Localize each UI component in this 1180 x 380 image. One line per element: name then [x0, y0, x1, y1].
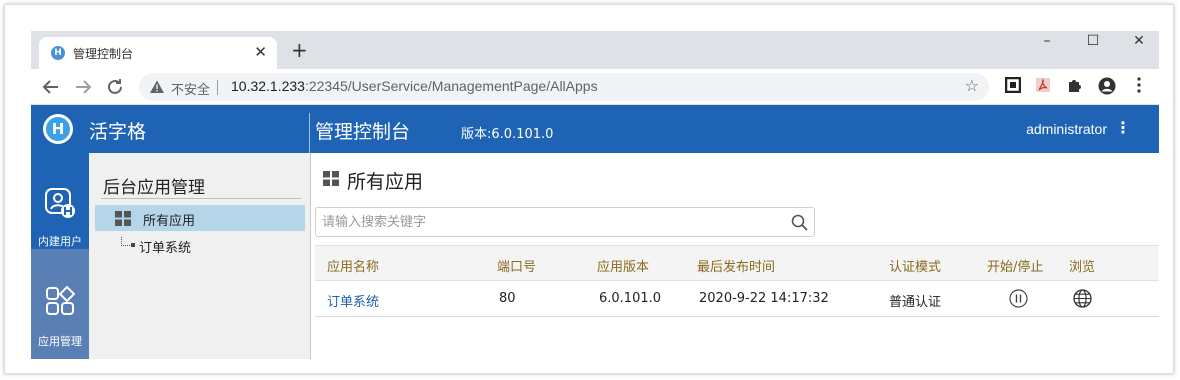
column-header-port: 端口号 — [497, 260, 537, 275]
apps-icon — [46, 285, 76, 315]
maximize-button[interactable]: ☐ — [1073, 31, 1113, 51]
menu-dots-icon[interactable] — [1129, 77, 1149, 97]
tab-close-icon[interactable]: ✕ — [254, 43, 267, 61]
user-name[interactable]: administrator — [1026, 121, 1107, 137]
account-icon[interactable] — [1097, 77, 1117, 97]
tab-favicon-icon: H — [51, 46, 65, 60]
column-header-auth: 认证模式 — [889, 260, 942, 275]
tree-panel: 后台应用管理 所有应用 订单系统 — [89, 153, 311, 359]
app-name-link[interactable]: 订单系统 — [327, 291, 379, 310]
tree-heading: 后台应用管理 — [103, 178, 205, 198]
table-row: 订单系统 80 6.0.101.0 2020-9-22 14:17:32 普通认… — [315, 281, 1159, 317]
browser-tab[interactable]: H 管理控制台 ✕ — [39, 37, 277, 69]
rail-item-builtin-users[interactable]: 内建用户 — [31, 153, 89, 249]
tab-title: 管理控制台 — [73, 47, 134, 61]
url-text[interactable]: 10.32.1.233:22345/UserService/Management… — [231, 78, 598, 94]
page-header-title: 管理控制台 — [315, 121, 411, 143]
url-separator — [217, 80, 218, 95]
globe-icon[interactable] — [1073, 289, 1092, 308]
search-icon[interactable] — [791, 214, 808, 231]
browser-window: H 管理控制台 ✕ + – ☐ ✕ 不安全 10.32.1.233:22345/… — [31, 31, 1159, 359]
bookmark-star-icon[interactable]: ☆ — [965, 76, 979, 95]
auth-cell: 普通认证 — [889, 295, 942, 310]
user-icon — [45, 188, 75, 218]
search-input[interactable] — [322, 212, 772, 232]
table-header: 应用名称 端口号 应用版本 最后发布时间 认证模式 开始/停止 浏览 — [315, 245, 1159, 281]
tree-item-label: 所有应用 — [143, 214, 196, 229]
new-tab-button[interactable]: + — [291, 40, 308, 60]
user-menu-icon[interactable]: ⋮ — [1115, 119, 1131, 137]
version-cell: 6.0.101.0 — [599, 291, 662, 306]
url-host: 10.32.1.233 — [231, 78, 305, 94]
pause-icon[interactable] — [1009, 289, 1028, 308]
tree-item-all-apps[interactable]: 所有应用 — [95, 205, 305, 231]
rail-item-app-management[interactable]: 应用管理 — [31, 263, 89, 359]
column-header-version: 应用版本 — [597, 260, 650, 275]
forward-arrow-icon[interactable] — [71, 75, 95, 99]
logo-letter: H — [46, 117, 70, 141]
omnibox[interactable]: 不安全 10.32.1.233:22345/UserService/Manage… — [139, 73, 989, 101]
tree-bullet — [131, 243, 135, 247]
tree-heading-divider — [101, 198, 301, 199]
close-window-button[interactable]: ✕ — [1119, 31, 1159, 51]
back-arrow-icon[interactable] — [39, 75, 63, 99]
search-box — [315, 207, 815, 237]
url-path: :22345/UserService/ManagementPage/AllApp… — [304, 78, 598, 94]
minimize-button[interactable]: – — [1027, 31, 1067, 51]
brand-name: 活字格 — [89, 121, 147, 143]
page-title: 所有应用 — [347, 171, 424, 193]
column-header-browse: 浏览 — [1069, 260, 1096, 275]
column-header-app-name: 应用名称 — [327, 260, 380, 275]
warning-icon[interactable] — [149, 79, 165, 95]
address-bar: 不安全 10.32.1.233:22345/UserService/Manage… — [31, 69, 1159, 105]
tree-item-label: 订单系统 — [139, 241, 192, 256]
published-cell: 2020-9-22 14:17:32 — [699, 291, 829, 306]
pdf-icon[interactable] — [1033, 77, 1053, 97]
column-header-start-stop: 开始/停止 — [987, 260, 1044, 275]
port-cell: 80 — [499, 291, 516, 306]
puzzle-icon[interactable] — [1065, 77, 1085, 97]
header-divider — [309, 113, 310, 153]
app-logo: H — [43, 114, 73, 144]
security-label[interactable]: 不安全 — [171, 79, 210, 98]
tab-bar: H 管理控制台 ✕ + – ☐ ✕ — [31, 31, 1159, 69]
app-header: H 活字格 管理控制台 版本:6.0.101.0 administrator ⋮ — [31, 105, 1159, 153]
screenshot-frame: H 管理控制台 ✕ + – ☐ ✕ 不安全 10.32.1.233:22345/… — [4, 4, 1174, 374]
main-content: 所有应用 应用名称 端口号 应用版本 最后发布时间 认证模式 开始/停止 浏览 … — [311, 153, 1159, 359]
reload-icon[interactable] — [103, 75, 127, 99]
grid-icon — [115, 211, 131, 226]
qr-code-icon[interactable] — [1003, 76, 1023, 97]
rail-label-builtin-users: 内建用户 — [38, 235, 82, 248]
tree-connector — [121, 237, 130, 246]
left-nav-rail: 内建用户 应用管理 — [31, 153, 89, 359]
column-header-published: 最后发布时间 — [697, 260, 776, 275]
rail-label-app-management: 应用管理 — [38, 335, 82, 348]
version-label: 版本:6.0.101.0 — [461, 127, 554, 142]
grid-icon — [323, 171, 339, 186]
